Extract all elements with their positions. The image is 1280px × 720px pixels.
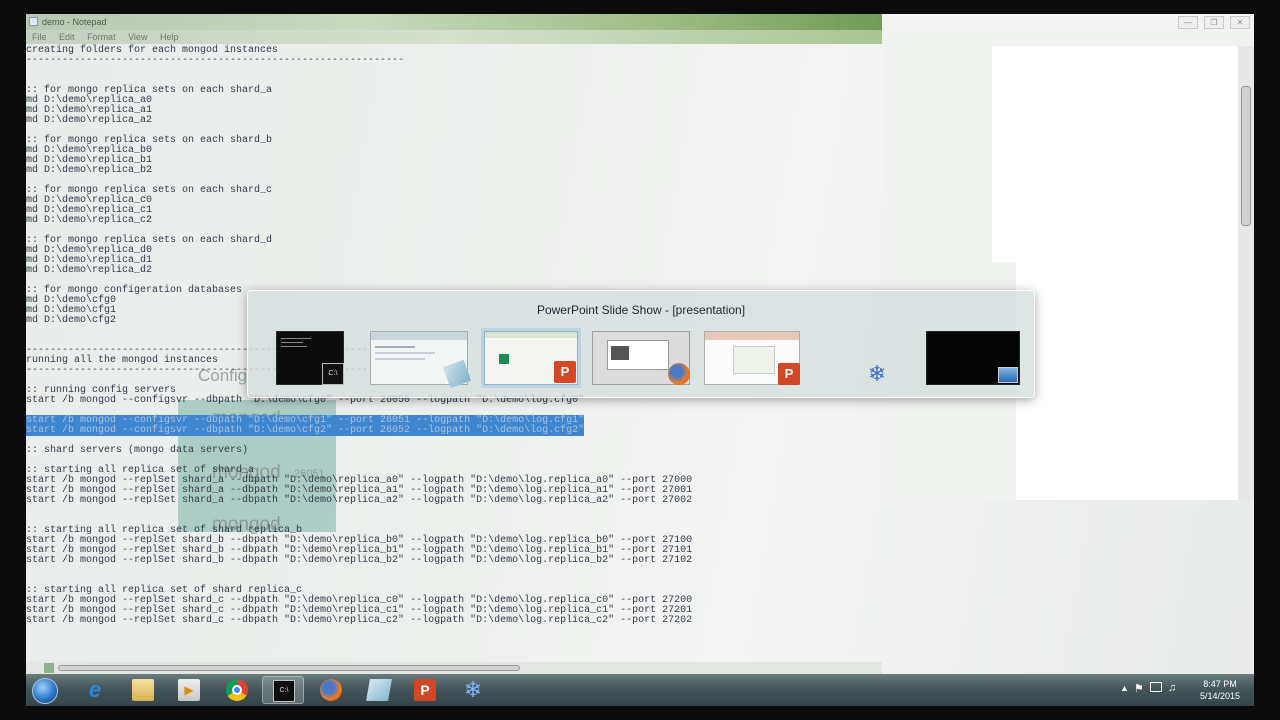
- clock-time: 8:47 PM: [1203, 679, 1237, 689]
- right-window-title-bar[interactable]: — ❐ ✕: [882, 14, 1254, 32]
- right-window-content: [992, 46, 1246, 262]
- action-center-flag-icon[interactable]: ⚑: [1134, 682, 1144, 695]
- switcher-title: PowerPoint Slide Show - [presentation]: [536, 303, 746, 317]
- explorer-folder-icon: [132, 679, 154, 701]
- powerpoint-icon: P: [778, 363, 800, 385]
- taskbar-explorer[interactable]: [122, 676, 164, 704]
- selected-text: start /b mongod --configsvr --dbpath "D:…: [26, 415, 585, 436]
- start-orb-icon: [32, 678, 58, 704]
- system-tray: ▲ ⚑ ♫ 8:47 PM 5/14/2015: [1114, 674, 1254, 706]
- right-window-content: [1016, 262, 1248, 500]
- clock-date: 5/14/2015: [1199, 691, 1241, 701]
- taskbar: e ▶ C:\ P ❄ ▲ ⚑ ♫ 8:47 PM 5/14/2015: [26, 674, 1254, 706]
- media-player-icon: ▶: [178, 679, 200, 701]
- menu-file[interactable]: File: [32, 32, 47, 42]
- window-switcher: PowerPoint Slide Show - [presentation] C…: [247, 290, 1035, 398]
- snowflake-icon[interactable]: ❄: [866, 363, 888, 385]
- taskbar-chrome[interactable]: [216, 676, 258, 704]
- notepad-title: demo - Notepad: [42, 17, 107, 27]
- menu-format[interactable]: Format: [87, 32, 116, 42]
- notepad-app-icon: [29, 17, 38, 26]
- taskbar-firefox[interactable]: [310, 676, 352, 704]
- internet-explorer-icon: e: [88, 677, 102, 702]
- notepad-icon: [366, 679, 392, 701]
- taskbar-command-prompt[interactable]: C:\: [262, 676, 304, 704]
- clock[interactable]: 8:47 PM 5/14/2015: [1194, 678, 1246, 702]
- powerpoint-icon: P: [554, 361, 576, 383]
- scroll-left-icon[interactable]: [44, 663, 54, 673]
- cmd-icon: C:\: [322, 363, 344, 385]
- taskbar-powerpoint[interactable]: P: [404, 676, 446, 704]
- chrome-icon: [226, 679, 248, 701]
- scrollbar-thumb[interactable]: [58, 665, 520, 671]
- volume-icon[interactable]: ♫: [1168, 682, 1176, 694]
- command-prompt-icon: C:\: [273, 680, 295, 702]
- snowflake-app-icon: ❄: [463, 677, 483, 702]
- powerpoint-icon: P: [414, 679, 436, 701]
- taskbar-internet-explorer[interactable]: e: [74, 676, 116, 704]
- text-after-selection: :: shard servers (mongo data servers) ::…: [26, 445, 693, 626]
- taskbar-media-player[interactable]: ▶: [168, 676, 210, 704]
- display-icon[interactable]: [1150, 682, 1162, 692]
- menu-help[interactable]: Help: [160, 32, 179, 42]
- start-button[interactable]: [26, 676, 68, 704]
- restore-icon[interactable]: ❐: [1204, 16, 1224, 29]
- notepad-title-bar[interactable]: demo - Notepad: [26, 14, 882, 30]
- desktop-icon: [998, 367, 1018, 383]
- horizontal-scrollbar[interactable]: [26, 662, 882, 674]
- show-hidden-icons-icon[interactable]: ▲: [1120, 683, 1129, 693]
- scrollbar-thumb[interactable]: [1241, 86, 1251, 226]
- firefox-icon: [668, 363, 690, 385]
- menu-view[interactable]: View: [128, 32, 147, 42]
- taskbar-snowflake-app[interactable]: ❄: [452, 676, 494, 704]
- taskbar-notepad[interactable]: [358, 676, 400, 704]
- menu-edit[interactable]: Edit: [59, 32, 75, 42]
- notepad-menu-bar: File Edit Format View Help: [26, 30, 882, 44]
- close-icon[interactable]: ✕: [1230, 16, 1250, 29]
- vertical-scrollbar[interactable]: [1238, 46, 1254, 500]
- firefox-icon: [320, 679, 342, 701]
- minimize-icon[interactable]: —: [1178, 16, 1198, 29]
- desktop-screen: demo - Notepad File Edit Format View Hel…: [26, 14, 1254, 706]
